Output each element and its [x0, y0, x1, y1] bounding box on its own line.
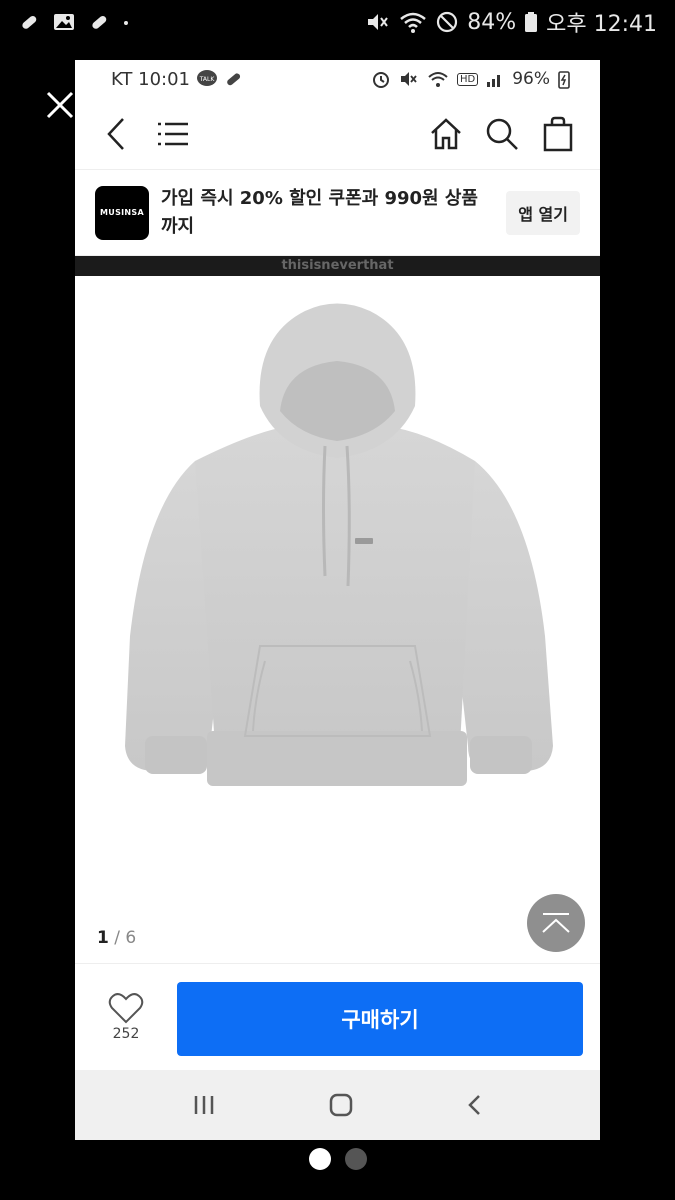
clock: 오후 12:41 [546, 12, 657, 37]
app-promo-banner: MUSINSA 가입 즉시 20% 할인 쿠폰과 990원 상품까지 앱 열기 [75, 170, 600, 256]
home-nav-icon[interactable] [328, 1092, 354, 1118]
battery-charging-icon [558, 71, 570, 89]
battery-icon [525, 12, 538, 32]
recent-apps-icon[interactable] [191, 1093, 217, 1117]
dot-icon [124, 21, 128, 25]
product-image-carousel[interactable]: 1 / 6 [75, 276, 600, 962]
svg-text:TALK: TALK [199, 76, 216, 83]
kakaotalk-icon: TALK [197, 70, 217, 86]
battery-percent: 84% [467, 9, 517, 35]
cart-button[interactable] [536, 112, 580, 156]
phone-screen: KT 10:01 TALK HD 96% MUSINSA 가입 즉시 20% 할… [75, 60, 600, 1140]
block-icon [437, 11, 458, 33]
pill-icon [227, 73, 241, 86]
pill-icon [22, 15, 37, 29]
mute-icon [400, 72, 417, 86]
promo-text: 가입 즉시 20% 할인 쿠폰과 990원 상품까지 [161, 187, 478, 237]
outer-status-bar: 84% 오후 12:41 [0, 0, 675, 44]
search-button[interactable] [480, 112, 524, 156]
carrier-time: KT 10:01 [111, 68, 190, 90]
musinsa-logo: MUSINSA [95, 185, 149, 240]
page-dot[interactable] [344, 1148, 367, 1170]
wifi-icon [400, 12, 427, 33]
system-navigation-bar [75, 1070, 600, 1140]
search-icon [486, 118, 518, 150]
back-button[interactable] [95, 112, 139, 156]
close-icon[interactable] [40, 85, 80, 125]
home-button[interactable] [424, 112, 468, 156]
notification-icons [18, 11, 130, 33]
menu-icon [158, 122, 188, 145]
shopping-bag-icon [543, 116, 573, 151]
mute-icon [368, 14, 389, 30]
scroll-top-button[interactable] [527, 894, 585, 952]
page-dot-active[interactable] [308, 1148, 331, 1170]
home-icon [431, 117, 461, 149]
top-navigation [75, 98, 600, 170]
arrow-up-icon [542, 913, 570, 933]
buy-button[interactable]: 구매하기 [177, 982, 583, 1056]
pill-icon [92, 15, 107, 29]
chevron-left-icon [107, 117, 124, 150]
signal-icon [487, 75, 501, 87]
open-app-button[interactable]: 앱 열기 [506, 190, 580, 235]
heart-icon [108, 993, 144, 1024]
page-indicator [0, 1148, 675, 1170]
like-button[interactable]: 252 [75, 992, 177, 1042]
brand-strip: thisisneverthat [75, 256, 600, 276]
inner-battery-percent: 96% [512, 69, 550, 89]
like-count: 252 [112, 1026, 140, 1042]
hd-badge: HD [456, 72, 479, 86]
back-nav-icon[interactable] [465, 1093, 485, 1117]
inner-status-bar: KT 10:01 TALK HD 96% [75, 60, 600, 98]
menu-button[interactable] [151, 112, 195, 156]
image-page-counter: 1 / 6 [97, 928, 136, 948]
wifi-icon [428, 72, 448, 87]
alarm-icon [372, 72, 389, 88]
product-image [125, 303, 553, 786]
purchase-bar: 252 구매하기 [75, 963, 600, 1070]
image-icon [54, 14, 74, 30]
current-page: 1 [97, 928, 109, 948]
total-pages: / 6 [114, 928, 137, 948]
